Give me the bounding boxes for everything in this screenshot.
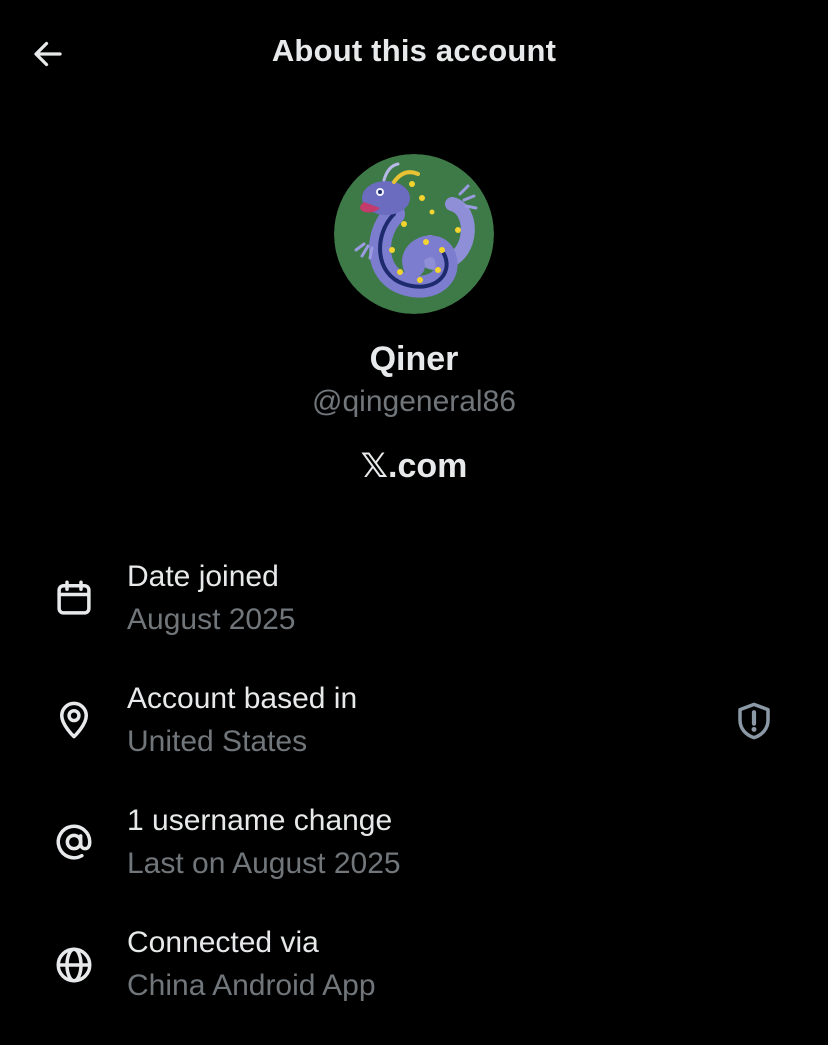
row-label: Date joined [127, 560, 279, 593]
info-row-connected-via: Connected via China Android App [0, 922, 828, 1022]
row-value: China Android App [127, 969, 376, 1002]
platform-label: 𝕏.com [360, 447, 468, 485]
info-row-date-joined: Date joined August 2025 [0, 556, 828, 656]
account-location-info-button[interactable] [730, 697, 778, 745]
username-handle: @qingeneral86 [312, 385, 516, 418]
avatar[interactable] [334, 154, 494, 314]
row-label: Connected via [127, 926, 319, 959]
shield-alert-icon [738, 702, 770, 740]
globe-icon [50, 941, 98, 989]
info-row-account-based-in: Account based in United States [0, 678, 828, 778]
top-bar: About this account [0, 0, 828, 108]
dragon-avatar-image [334, 154, 494, 314]
info-row-username-change: 1 username change Last on August 2025 [0, 800, 828, 900]
at-sign-icon [50, 818, 98, 866]
row-value: August 2025 [127, 603, 296, 636]
row-label: 1 username change [127, 804, 393, 837]
display-name: Qiner [369, 340, 459, 378]
row-value: United States [127, 725, 308, 758]
calendar-icon [50, 574, 98, 622]
location-pin-icon [50, 696, 98, 744]
row-value: Last on August 2025 [127, 847, 401, 880]
page-title: About this account [271, 33, 557, 68]
row-label: Account based in [127, 682, 358, 715]
